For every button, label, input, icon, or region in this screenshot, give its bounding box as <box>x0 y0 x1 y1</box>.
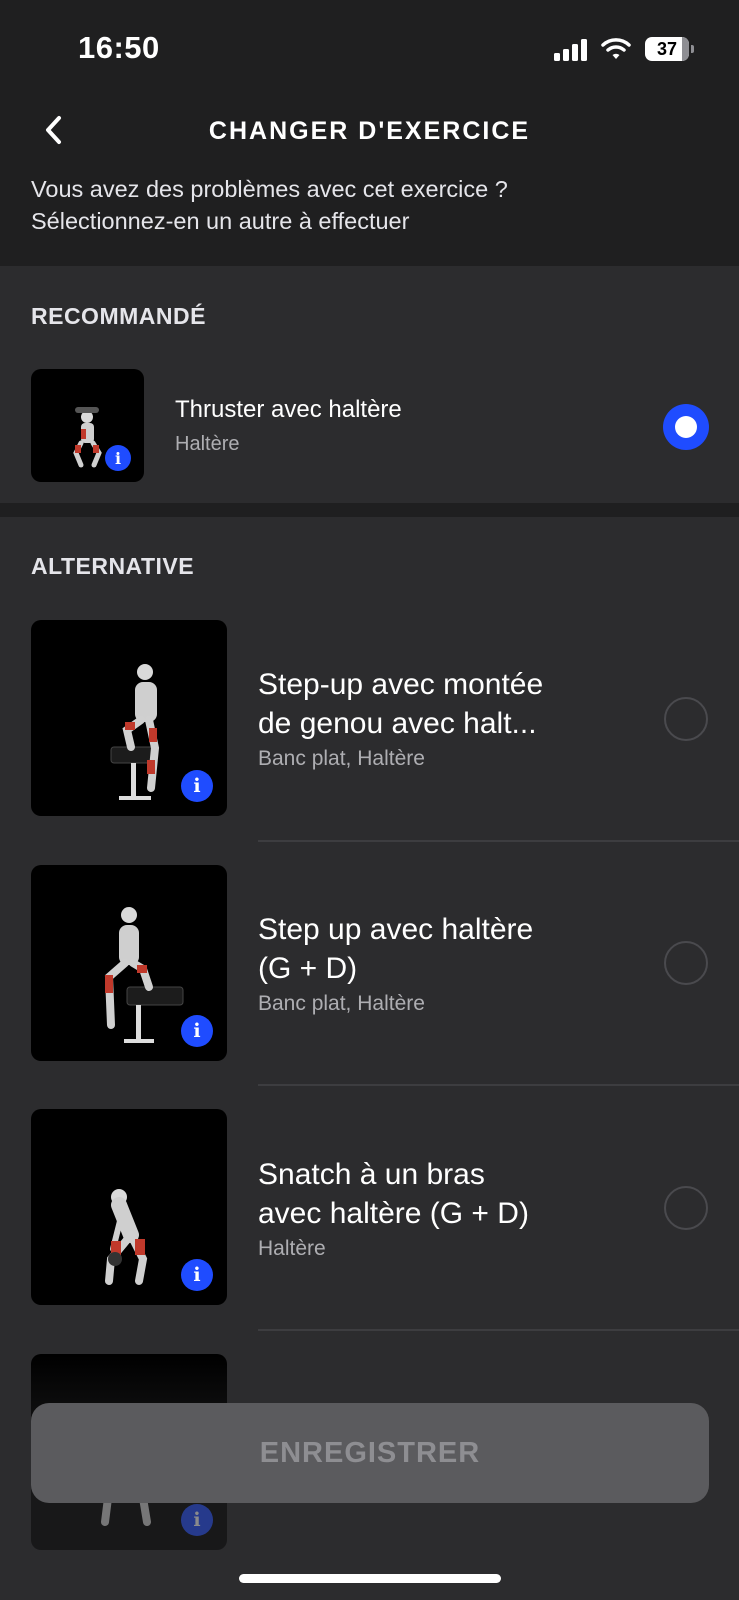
recommended-item-subtitle: Haltère <box>175 433 240 455</box>
divider <box>258 1329 739 1331</box>
alternative-item-radio[interactable] <box>664 697 708 741</box>
subtitle-line-1: Vous avez des problèmes avec cet exercic… <box>31 176 508 202</box>
battery-icon: 37 <box>645 37 694 61</box>
page-subtitle: Vous avez des problèmes avec cet exercic… <box>31 173 691 237</box>
battery-level: 37 <box>656 38 678 59</box>
alternative-item-radio[interactable] <box>664 1186 708 1230</box>
alternative-item-title: Step-up avec montée de genou avec halt..… <box>258 665 543 743</box>
home-indicator[interactable] <box>239 1574 501 1583</box>
wifi-icon <box>601 38 631 59</box>
title-line-2: de genou avec halt... <box>258 707 537 740</box>
exercise-thumbnail[interactable]: i <box>31 1109 227 1305</box>
alternative-item-subtitle: Banc plat, Haltère <box>258 992 425 1015</box>
title-line-1: Step-up avec montée <box>258 668 544 701</box>
subtitle-line-2: Sélectionnez-en un autre à effectuer <box>31 208 410 234</box>
recommended-item-title: Thruster avec haltère <box>175 396 402 423</box>
header: 16:50 37 CHANGER D'EXERCICE Vous avez de… <box>0 0 739 266</box>
exercise-thumbnail[interactable]: i <box>31 865 227 1061</box>
alternative-item-title: Step up avec haltère (G + D) <box>258 910 533 988</box>
recommended-label: RECOMMANDÉ <box>31 303 206 329</box>
info-icon[interactable]: i <box>181 1259 213 1291</box>
status-icons: 37 <box>554 34 694 64</box>
alternative-item-title: Snatch à un bras avec haltère (G + D) <box>258 1155 529 1233</box>
page-title: CHANGER D'EXERCICE <box>208 117 531 145</box>
status-time: 16:50 <box>78 30 160 65</box>
save-button[interactable]: ENREGISTRER <box>31 1403 709 1503</box>
info-icon[interactable]: i <box>105 445 131 471</box>
alternative-item-radio[interactable] <box>664 941 708 985</box>
alternative-item-subtitle: Haltère <box>258 1237 326 1260</box>
title-line-1: Step up avec haltère <box>258 913 534 946</box>
title-line-2: avec haltère (G + D) <box>258 1197 529 1230</box>
exercise-thumbnail[interactable]: i <box>31 620 227 816</box>
title-line-2: (G + D) <box>258 952 358 985</box>
divider <box>258 1084 739 1086</box>
info-icon[interactable]: i <box>181 1015 213 1047</box>
title-line-1: Snatch à un bras <box>258 1158 485 1191</box>
recommended-item-radio[interactable] <box>663 404 709 450</box>
exercise-thumbnail[interactable]: i <box>31 369 144 482</box>
info-icon[interactable]: i <box>181 770 213 802</box>
divider <box>258 840 739 842</box>
alternative-item-subtitle: Banc plat, Haltère <box>258 747 425 770</box>
info-icon[interactable]: i <box>181 1504 213 1536</box>
alternative-label: ALTERNATIVE <box>31 553 195 579</box>
section-separator <box>0 503 739 517</box>
cellular-signal-icon <box>554 37 587 61</box>
